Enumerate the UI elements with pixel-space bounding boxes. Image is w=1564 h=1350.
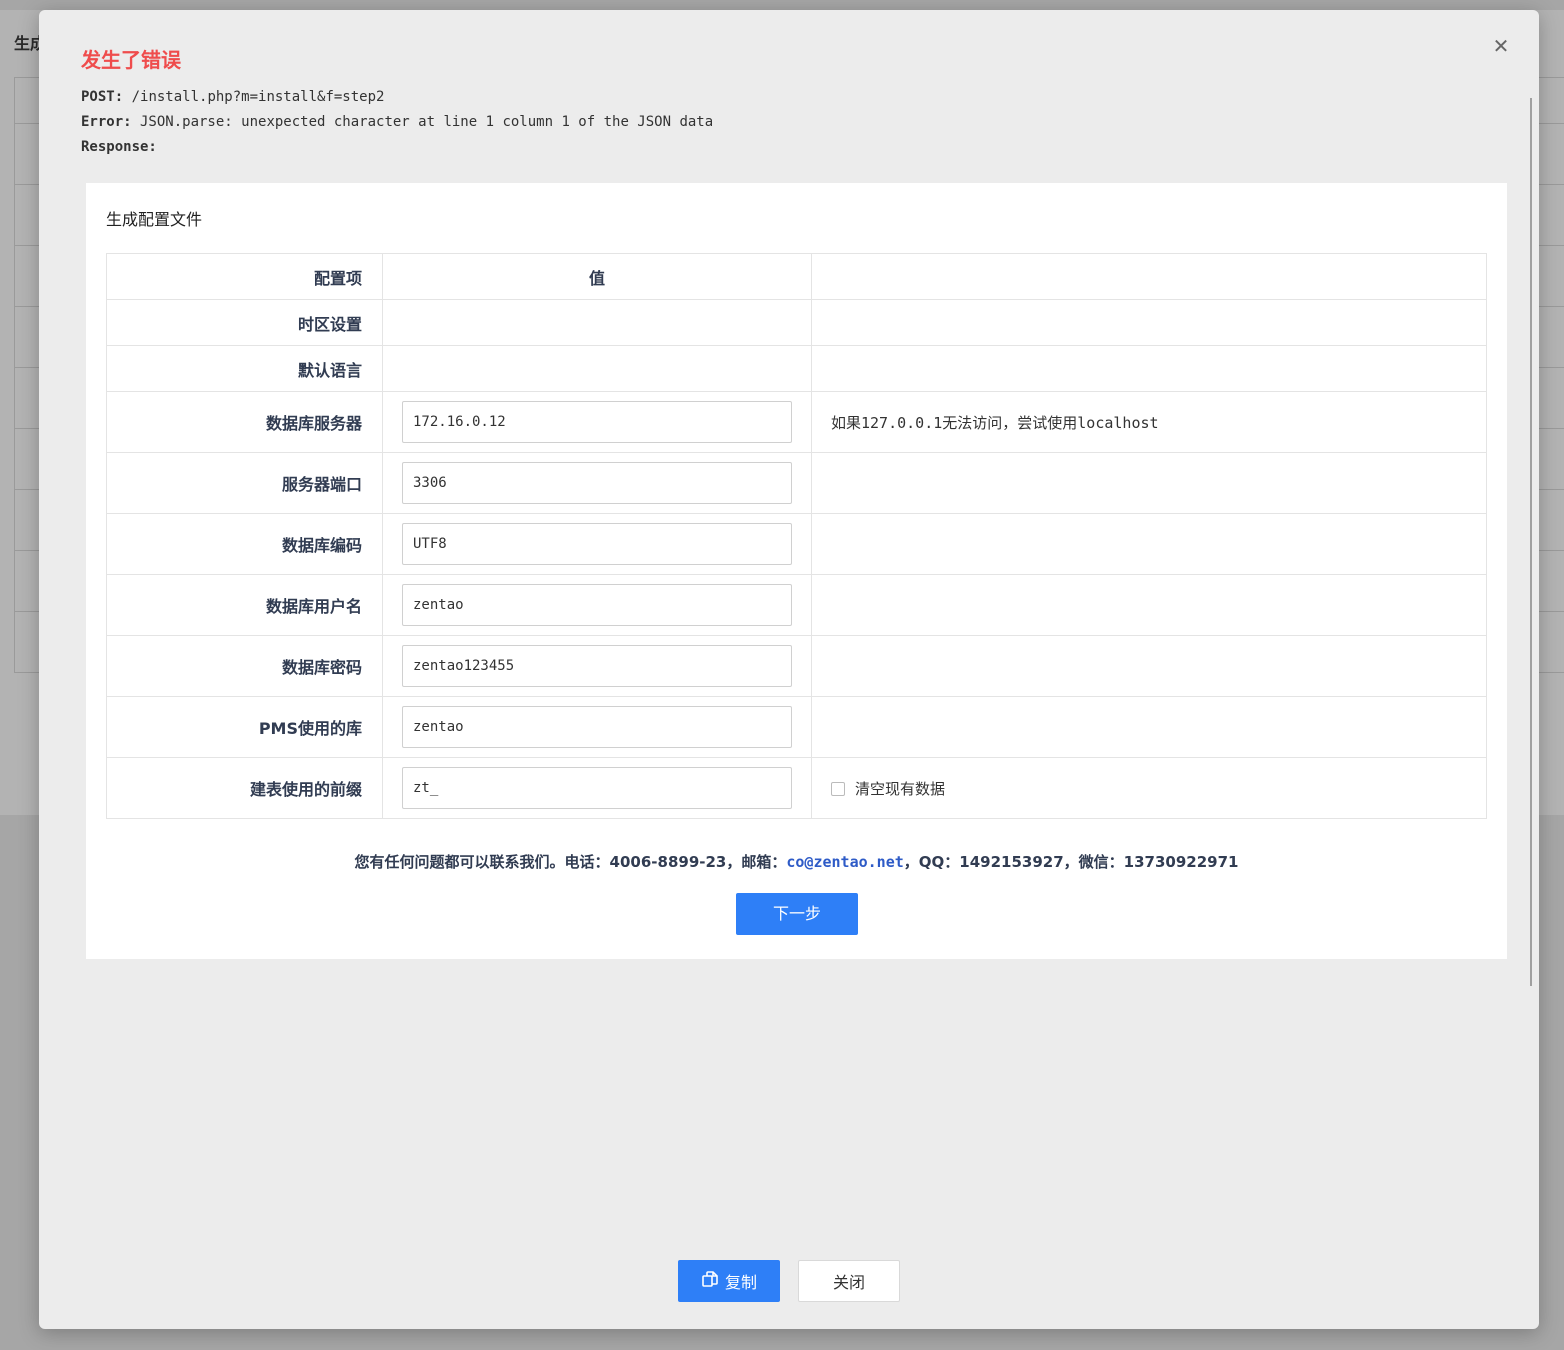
table-row: 时区设置 [106,299,1487,346]
row-note [811,635,1487,697]
row-label-db-user: 数据库用户名 [106,574,383,636]
close-button[interactable]: 关闭 [798,1260,900,1302]
table-row: 数据库用户名 zentao [106,574,1487,636]
row-note [811,452,1487,514]
copy-icon [701,1270,719,1292]
table-row: PMS使用的库 zentao [106,696,1487,758]
copy-button-label: 复制 [724,1273,757,1292]
db-encoding-input[interactable]: UTF8 [402,523,792,565]
table-header-row: 配置项 值 [106,253,1487,300]
close-icon[interactable]: ✕ [1491,36,1511,56]
row-label-db-encoding: 数据库编码 [106,513,383,575]
error-details: POST: /install.php?m=install&f=step2 Err… [81,85,713,160]
close-button-label: 关闭 [832,1273,865,1292]
contact-prefix: 您有任何问题都可以联系我们。电话：4006-8899-23，邮箱： [354,853,787,871]
row-note [811,299,1487,346]
row-note [811,513,1487,575]
table-row: 数据库密码 zentao123455 [106,635,1487,697]
error-key: Response: [81,139,157,155]
header-note [811,253,1487,300]
contact-suffix: ，QQ：1492153927，微信：13730922971 [903,853,1239,871]
row-note [811,574,1487,636]
clear-data-checkbox[interactable] [831,781,845,796]
row-label-pms-db: PMS使用的库 [106,696,383,758]
error-line-error: Error: JSON.parse: unexpected character … [81,110,713,135]
clear-data-label[interactable]: 清空现有数据 [855,780,945,798]
row-label-table-prefix: 建表使用的前缀 [106,757,383,819]
contact-info: 您有任何问题都可以联系我们。电话：4006-8899-23，邮箱：co@zent… [86,851,1507,872]
row-label-db-password: 数据库密码 [106,635,383,697]
config-card: 生成配置文件 配置项 值 时区设置 默认语言 数据库服务器 172.16.0.1… [86,183,1507,959]
contact-email-link[interactable]: co@zentao.net [786,853,903,871]
db-host-hint: 如果127.0.0.1无法访问，尝试使用localhost [831,413,1159,432]
error-key: Error: [81,114,132,130]
header-value: 值 [382,253,812,300]
row-label-language: 默认语言 [106,345,383,392]
background-divider [14,77,15,672]
error-value: /install.php?m=install&f=step2 [123,89,385,105]
row-label-db-host: 数据库服务器 [106,391,383,453]
table-prefix-input[interactable]: zt_ [402,767,792,809]
table-row: 数据库服务器 172.16.0.12 如果127.0.0.1无法访问，尝试使用l… [106,391,1487,453]
db-port-input[interactable]: 3306 [402,462,792,504]
row-label-db-port: 服务器端口 [106,452,383,514]
error-title: 发生了错误 [81,48,181,72]
pms-db-input[interactable]: zentao [402,706,792,748]
table-row: 服务器端口 3306 [106,452,1487,514]
table-row: 数据库编码 UTF8 [106,513,1487,575]
row-note [811,696,1487,758]
db-host-input[interactable]: 172.16.0.12 [402,401,792,443]
next-step-button[interactable]: 下一步 [736,893,858,935]
modal-scrollbar[interactable] [1530,98,1532,986]
table-row: 建表使用的前缀 zt_ 清空现有数据 [106,757,1487,819]
error-modal: ✕ 发生了错误 POST: /install.php?m=install&f=s… [39,10,1539,1329]
table-row: 默认语言 [106,345,1487,392]
card-title: 生成配置文件 [106,210,203,229]
error-value: JSON.parse: unexpected character at line… [131,114,714,130]
error-key: POST: [81,89,124,105]
error-line-response: Response: [81,135,713,160]
db-host-note: 如果127.0.0.1无法访问，尝试使用localhost [811,391,1487,453]
db-password-input[interactable]: zentao123455 [402,645,792,687]
header-config-item: 配置项 [106,253,383,300]
row-value-language [382,345,812,392]
copy-button[interactable]: 复制 [678,1260,780,1302]
row-value-timezone [382,299,812,346]
row-label-timezone: 时区设置 [106,299,383,346]
db-user-input[interactable]: zentao [402,584,792,626]
row-note [811,345,1487,392]
config-table: 配置项 值 时区设置 默认语言 数据库服务器 172.16.0.12 如果127… [106,253,1487,819]
error-line-post: POST: /install.php?m=install&f=step2 [81,85,713,110]
